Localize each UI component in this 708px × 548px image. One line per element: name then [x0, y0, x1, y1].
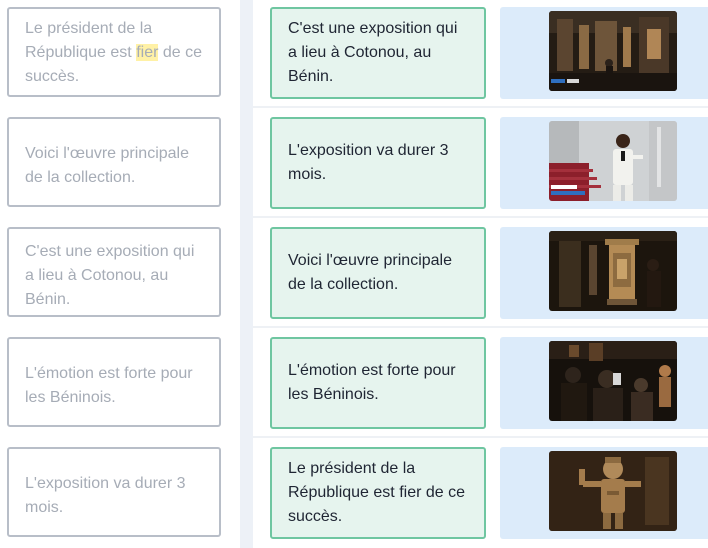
- video-thumbnail-president-speaking[interactable]: [549, 121, 677, 201]
- target-sentence-text: Le président de la République est fier d…: [288, 460, 465, 525]
- video-thumbnail-royal-throne[interactable]: [549, 231, 677, 311]
- target-sentence-text: L'exposition va durer 3 mois.: [288, 142, 449, 183]
- target-sentence-text: Voici l'œuvre principale de la collectio…: [288, 252, 453, 293]
- video-clip-panel[interactable]: [500, 117, 708, 209]
- source-sentence-text: C'est une exposition qui a lieu à Cotono…: [25, 243, 195, 308]
- row-separator: [253, 106, 708, 108]
- target-sentence-slot[interactable]: C'est une exposition qui a lieu à Cotono…: [270, 7, 486, 99]
- target-sentence-text: C'est une exposition qui a lieu à Cotono…: [288, 20, 458, 85]
- highlighted-word: fier: [136, 44, 159, 61]
- row-separator: [253, 326, 708, 328]
- target-sentence-slot[interactable]: Le président de la République est fier d…: [270, 447, 486, 539]
- source-sentence-card[interactable]: L'exposition va durer 3 mois.: [7, 447, 221, 537]
- video-clip-panel[interactable]: [500, 227, 708, 319]
- source-sentence-card[interactable]: Le président de la République est fier d…: [7, 7, 221, 97]
- video-thumbnail-royal-statue[interactable]: [549, 451, 677, 531]
- source-sentence-text: Voici l'œuvre principale de la collectio…: [25, 145, 190, 186]
- source-sentence-column: Le président de la République est fier d…: [0, 0, 232, 548]
- column-divider: [240, 0, 253, 548]
- source-sentence-card[interactable]: L'émotion est forte pour les Béninois.: [7, 337, 221, 427]
- video-clip-panel[interactable]: [500, 7, 708, 99]
- source-sentence-text: Le président de la République est fier d…: [25, 20, 203, 85]
- video-thumbnail-visitors-photographing[interactable]: [549, 341, 677, 421]
- source-sentence-card[interactable]: Voici l'œuvre principale de la collectio…: [7, 117, 221, 207]
- target-sentence-slot[interactable]: Voici l'œuvre principale de la collectio…: [270, 227, 486, 319]
- video-clip-panel[interactable]: [500, 337, 708, 429]
- row-separator: [253, 436, 708, 438]
- source-sentence-text: L'émotion est forte pour les Béninois.: [25, 365, 193, 406]
- row-separator: [253, 216, 708, 218]
- video-thumbnail-exhibition-hall[interactable]: [549, 11, 677, 91]
- source-sentence-text: L'exposition va durer 3 mois.: [25, 475, 186, 516]
- target-sentence-slot[interactable]: L'exposition va durer 3 mois.: [270, 117, 486, 209]
- target-sentence-text: L'émotion est forte pour les Béninois.: [288, 362, 456, 403]
- source-sentence-card[interactable]: C'est une exposition qui a lieu à Cotono…: [7, 227, 221, 317]
- video-clip-panel[interactable]: [500, 447, 708, 539]
- target-sentence-slot[interactable]: L'émotion est forte pour les Béninois.: [270, 337, 486, 429]
